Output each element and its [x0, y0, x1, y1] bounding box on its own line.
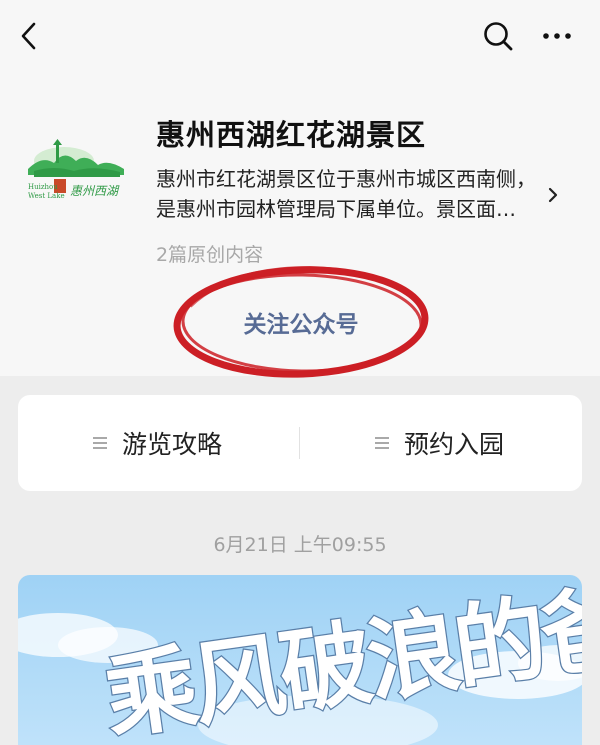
more-horizontal-icon[interactable] [538, 22, 574, 50]
description-line-1: 惠州市红花湖景区位于惠州市城区西南侧， [156, 167, 531, 191]
account-name: 惠州西湖红花湖景区 [156, 118, 427, 152]
menu-item-reservation[interactable]: 预约入园 [374, 395, 504, 491]
search-icon[interactable] [480, 18, 516, 54]
svg-text:惠州西湖: 惠州西湖 [70, 184, 120, 198]
menu-list-icon [375, 437, 389, 449]
menu-divider [299, 427, 300, 459]
description-line-2: 是惠州市园林管理局下属单位。景区面… [156, 197, 516, 221]
cover-char-1: 乘风破浪的爸 [99, 575, 582, 745]
menu-label: 预约入园 [404, 430, 505, 459]
menu-item-travel-guide[interactable]: 游览攻略 [92, 395, 222, 491]
chevron-left-icon[interactable] [14, 18, 46, 54]
article-cover-image: 乘风破浪的爸 [18, 575, 582, 745]
article-cover-card[interactable]: 乘风破浪的爸 [18, 575, 582, 745]
account-description[interactable]: 惠州市红花湖景区位于惠州市城区西南侧， 是惠州市园林管理局下属单位。景区面… [156, 164, 531, 224]
account-header: Huizhou West Lake 惠州西湖 惠州西湖红花湖景区 惠州市红花湖景… [0, 0, 600, 378]
account-menu: 游览攻略 预约入园 [18, 395, 582, 491]
menu-list-icon [93, 437, 107, 449]
follow-area: 关注公众号 [170, 262, 432, 384]
svg-text:Huizhou: Huizhou [28, 183, 58, 191]
follow-account-button[interactable]: 关注公众号 [220, 300, 382, 344]
menu-label: 游览攻略 [122, 430, 223, 459]
svg-text:West Lake: West Lake [28, 192, 65, 200]
account-logo: Huizhou West Lake 惠州西湖 [28, 139, 124, 200]
post-timestamp: 6月21日 上午09:55 [213, 534, 387, 556]
chevron-right-icon[interactable] [544, 184, 562, 206]
